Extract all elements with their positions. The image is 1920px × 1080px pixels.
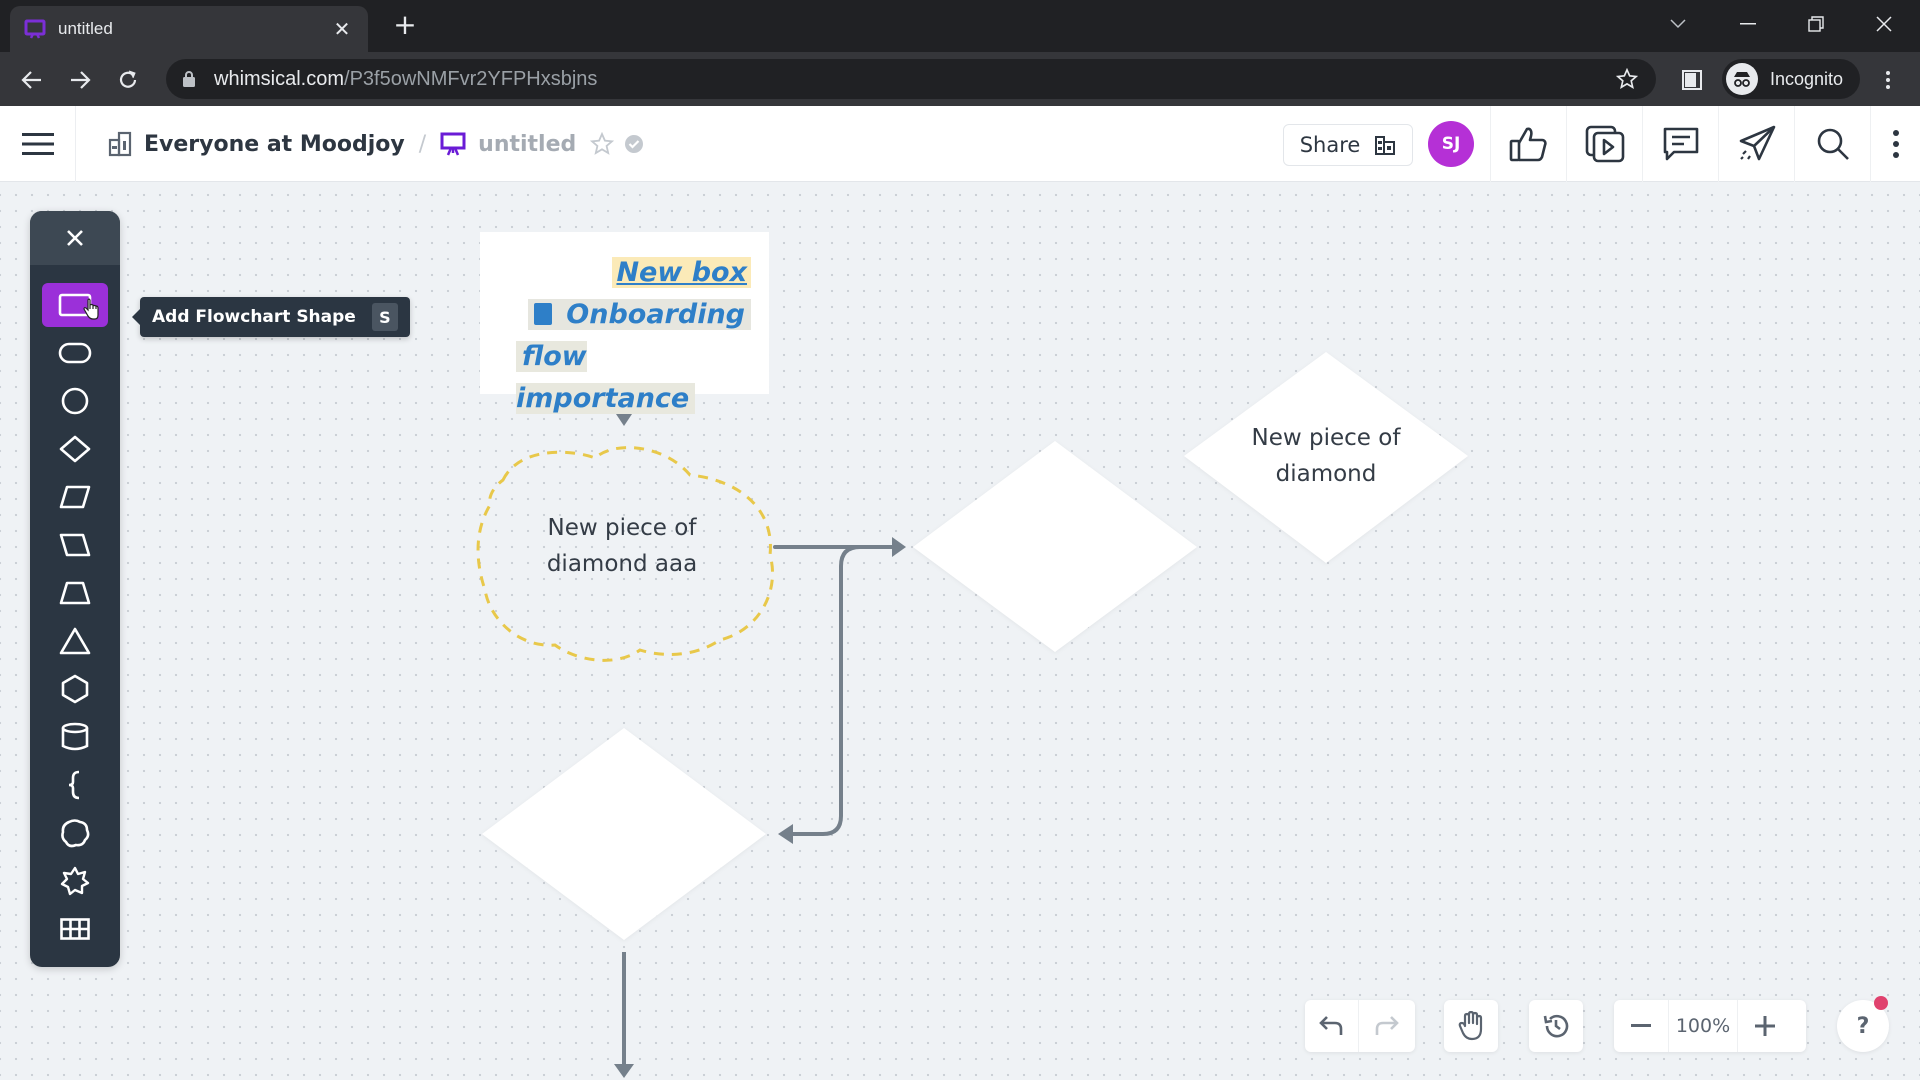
version-history-button[interactable] (1529, 1000, 1583, 1052)
tooltip-label: Add Flowchart Shape (152, 307, 356, 327)
shape-circle[interactable] (42, 379, 108, 423)
shape-cylinder[interactable] (42, 715, 108, 759)
flowchart-diagram (476, 352, 1468, 1078)
brace-icon (68, 770, 80, 800)
close-toolbar-button[interactable] (30, 211, 120, 265)
plus-icon (1755, 1016, 1775, 1036)
redo-icon (1375, 1016, 1399, 1035)
textbox-line-flow[interactable]: flow importance (516, 341, 696, 414)
history-icon (1543, 1014, 1569, 1038)
rounded-rectangle-icon (58, 342, 92, 364)
shape-trapezoid[interactable] (42, 571, 108, 615)
shape-table[interactable] (42, 907, 108, 951)
triangle-icon (59, 627, 91, 655)
shape-cloud[interactable] (42, 811, 108, 855)
shape-star[interactable] (42, 859, 108, 903)
hexagon-icon (61, 674, 89, 704)
shape-rounded-rectangle[interactable] (42, 331, 108, 375)
zoom-out-button[interactable] (1614, 1000, 1668, 1052)
zoom-in-button[interactable] (1738, 1000, 1792, 1052)
cloud-node-label: New piece of diamond aaa (546, 515, 698, 577)
pan-tool-button[interactable] (1444, 1000, 1498, 1052)
tooltip-shortcut-key: S (371, 303, 398, 331)
undo-redo-group (1305, 1000, 1415, 1052)
shape-diamond[interactable] (42, 427, 108, 471)
shape-parallelogram-reverse[interactable] (42, 523, 108, 567)
parallelogram-icon (59, 485, 91, 509)
document-link-icon (534, 303, 553, 325)
star-shape-icon (60, 866, 90, 896)
parallelogram-reverse-icon (59, 533, 91, 557)
close-icon (67, 230, 83, 246)
trapezoid-icon (59, 581, 91, 605)
connector-to-bottom-diamond[interactable] (778, 545, 892, 844)
text-box-node[interactable]: New box Onboarding flow importance (480, 232, 769, 414)
diamond-icon (59, 435, 91, 463)
hand-pan-icon (1458, 1011, 1483, 1041)
undo-icon (1318, 1016, 1342, 1035)
textbox-line-new-box: New box (612, 257, 751, 288)
cloud-icon (61, 819, 90, 848)
connector-bottom-out[interactable] (614, 952, 634, 1078)
cylinder-icon (61, 722, 89, 751)
table-icon (60, 918, 90, 940)
hand-cursor-icon (83, 298, 99, 320)
diamond-top-right-label: New piece of diamond (1251, 425, 1401, 487)
zoom-level[interactable]: 100% (1668, 1000, 1738, 1052)
diamond-node-bottom[interactable] (482, 728, 766, 940)
minus-icon (1631, 1024, 1651, 1027)
shape-triangle[interactable] (42, 619, 108, 663)
diamond-node-middle[interactable] (913, 441, 1197, 652)
textbox-line-onboarding[interactable]: Onboarding (566, 299, 745, 330)
tooltip-add-flowchart-shape: Add Flowchart Shape S (132, 297, 410, 337)
zoom-controls: 100% (1614, 1000, 1806, 1052)
shape-hexagon[interactable] (42, 667, 108, 711)
undo-button[interactable] (1305, 1000, 1359, 1052)
redo-button[interactable] (1359, 1000, 1413, 1052)
shape-brace[interactable] (42, 763, 108, 807)
shape-toolbar (30, 211, 120, 967)
notification-dot (1874, 996, 1888, 1010)
shape-parallelogram[interactable] (42, 475, 108, 519)
circle-icon (61, 387, 89, 415)
